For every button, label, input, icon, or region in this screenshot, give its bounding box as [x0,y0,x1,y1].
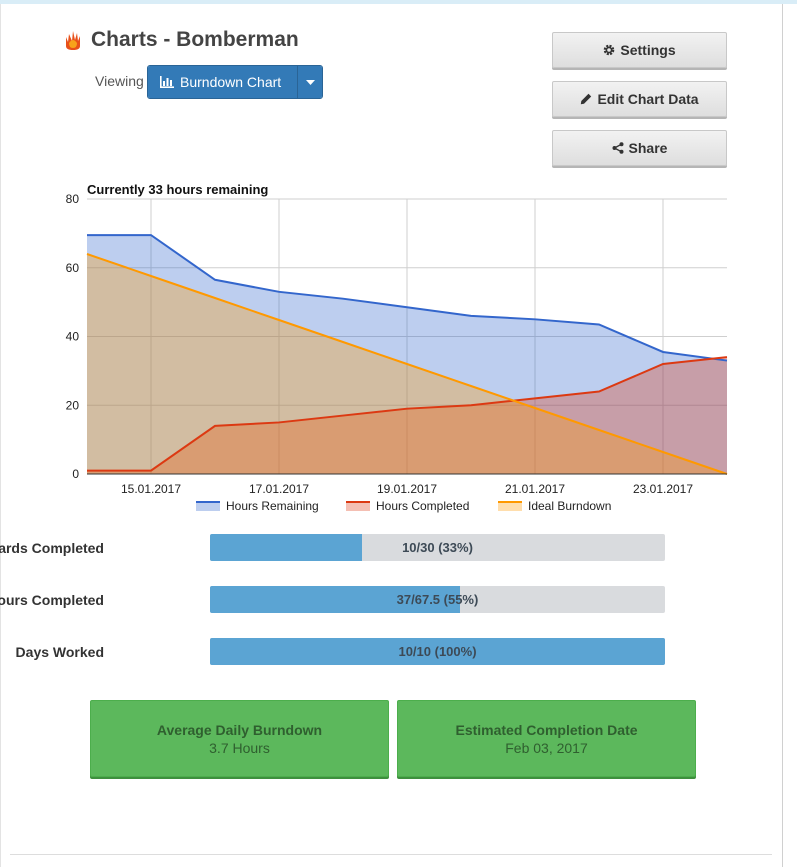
progress-bar-hours: 37/67.5 (55%) [210,586,665,613]
progress-row-days: Days Worked 10/10 (100%) [0,638,700,666]
progress-bar-days: 10/10 (100%) [210,638,665,665]
flame-icon [66,31,80,50]
progress-row-hours: Hours Completed 37/67.5 (55%) [0,586,700,614]
progress-label-hours: Hours Completed [0,592,104,608]
legend-label: Ideal Burndown [528,499,611,513]
footer-divider [10,854,772,855]
x-tick-label: 21.01.2017 [505,482,565,496]
pencil-icon [581,93,592,105]
share-label: Share [628,140,668,156]
progress-text-hours: 37/67.5 (55%) [396,592,479,607]
chart-view-label: Burndown Chart [180,74,282,90]
viewing-label: Viewing [95,73,144,89]
progress-bar-cards: 10/30 (33%) [210,534,665,561]
burndown-chart: 0 20 40 60 80 15.01.2017 17.01.2017 19.01.2017 2… [66,192,728,513]
average-daily-burndown-box: Average Daily Burndown 3.7 Hours [90,700,389,777]
stat-value: 3.7 Hours [209,739,270,756]
legend-swatch [346,502,370,511]
progress-row-cards: Cards Completed 10/30 (33%) [0,534,700,562]
y-tick-label: 60 [66,261,80,275]
progress-label-cards: Cards Completed [0,540,104,556]
bar-chart-icon [160,76,174,88]
stat-title: Average Daily Burndown [156,721,323,738]
y-tick-label: 80 [66,192,80,206]
y-tick-label: 40 [66,330,80,344]
progress-label-days: Days Worked [15,644,104,660]
page-title: Charts - Bomberman [91,28,299,51]
page-header: Charts - Bomberman [64,28,299,52]
stat-value: Feb 03, 2017 [505,739,588,756]
chart-view-selector[interactable]: Burndown Chart [147,65,323,99]
top-strip [0,0,797,4]
edit-chart-data-label: Edit Chart Data [597,91,699,107]
y-tick-label: 20 [66,398,80,412]
settings-label: Settings [620,42,676,58]
legend-swatch [196,502,220,511]
legend-label: Hours Completed [376,499,469,513]
x-tick-label: 19.01.2017 [377,482,437,496]
stat-title: Estimated Completion Date [455,721,638,738]
x-tick-label: 15.01.2017 [121,482,181,496]
y-tick-label: 0 [72,467,79,481]
x-tick-label: 23.01.2017 [633,482,693,496]
chart-view-dropdown-toggle[interactable] [298,66,322,98]
edit-chart-data-button[interactable]: Edit Chart Data [552,81,727,117]
progress-text-days: 10/10 (100%) [398,644,477,659]
estimated-completion-box: Estimated Completion Date Feb 03, 2017 [397,700,696,777]
legend-label: Hours Remaining [226,499,319,513]
x-tick-label: 17.01.2017 [249,482,309,496]
progress-text-cards: 10/30 (33%) [402,540,473,555]
settings-button[interactable]: Settings [552,32,727,68]
chart-view-button[interactable]: Burndown Chart [148,66,298,98]
share-icon [612,142,624,154]
caret-down-icon [305,79,315,85]
legend-swatch [498,502,522,511]
gear-icon [604,44,615,56]
share-button[interactable]: Share [552,130,727,166]
